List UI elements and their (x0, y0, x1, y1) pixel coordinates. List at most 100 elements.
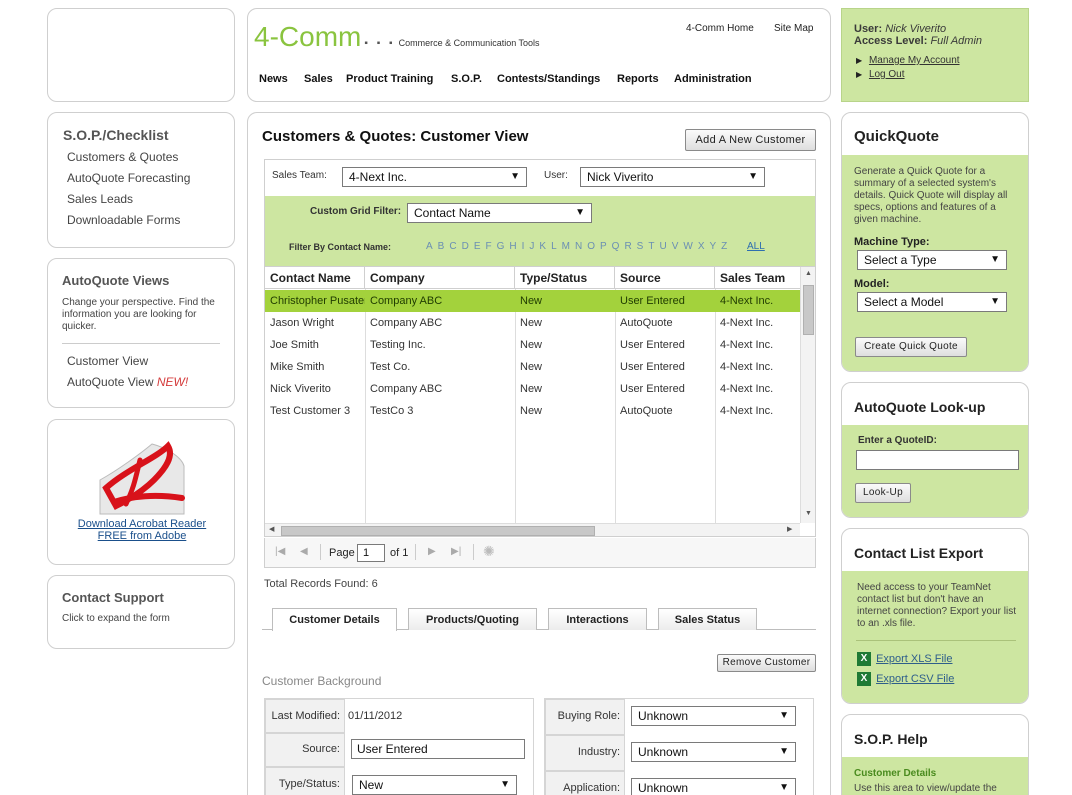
letter-filter-s[interactable]: S (637, 241, 644, 252)
tab-customer-details[interactable]: Customer Details (272, 608, 397, 631)
letter-filter-l[interactable]: L (551, 241, 557, 252)
create-quick-quote-button[interactable]: Create Quick Quote (855, 337, 967, 357)
letter-filter-b[interactable]: B (438, 241, 445, 252)
manage-account-row[interactable]: ▶ Manage My Account (856, 55, 960, 66)
export-csv-row[interactable]: X Export CSV File (857, 672, 954, 686)
nav-product-training[interactable]: Product Training (346, 73, 433, 85)
nav-reports[interactable]: Reports (617, 73, 659, 85)
nav-sop[interactable]: S.O.P. (451, 73, 482, 85)
table-row[interactable]: Christopher Pusateri Company ABC New User E… (265, 290, 800, 312)
page-label: Page (329, 547, 355, 559)
scroll-down-icon[interactable]: ▼ (805, 510, 812, 517)
letter-filter-r[interactable]: R (624, 241, 631, 252)
letter-filter-d[interactable]: D (462, 241, 469, 252)
sales-team-select[interactable]: 4-Next Inc. ▼ (342, 167, 527, 187)
letter-filter-u[interactable]: U (659, 241, 666, 252)
letter-filter-e[interactable]: E (474, 241, 481, 252)
letter-filter-f[interactable]: F (485, 241, 491, 252)
sop-item-downloadable-forms[interactable]: Downloadable Forms (67, 213, 180, 227)
nav-sales[interactable]: Sales (304, 73, 333, 85)
table-row[interactable]: Test Customer 3 TestCo 3 New AutoQuote 4-Nex… (265, 400, 800, 422)
page-input[interactable]: 1 (357, 544, 385, 562)
tab-products-quoting[interactable]: Products/Quoting (408, 608, 537, 630)
scroll-thumb-h[interactable] (281, 526, 595, 536)
letter-filter-m[interactable]: M (562, 241, 570, 252)
letter-filter-p[interactable]: P (600, 241, 607, 252)
letter-filter-z[interactable]: Z (721, 241, 727, 252)
table-row[interactable]: Mike Smith Test Co. New User Entered 4-Next … (265, 356, 800, 378)
horizontal-scrollbar[interactable]: ◀ ▶ (265, 523, 800, 536)
vertical-scrollbar[interactable]: ▲ ▼ (800, 267, 815, 523)
nav-administration[interactable]: Administration (674, 73, 752, 85)
scroll-right-icon[interactable]: ▶ (787, 525, 792, 533)
scroll-thumb[interactable] (803, 285, 814, 335)
letter-filter-h[interactable]: H (509, 241, 516, 252)
quoteid-input[interactable] (856, 450, 1019, 470)
home-link[interactable]: 4-Comm Home (686, 23, 754, 34)
nav-news[interactable]: News (259, 73, 288, 85)
acrobat-reader-icon[interactable] (96, 440, 186, 520)
add-customer-button[interactable]: Add A New Customer (685, 129, 816, 151)
col-source[interactable]: Source (615, 267, 715, 289)
scroll-up-icon[interactable]: ▲ (805, 270, 812, 277)
machine-type-select[interactable]: Select a Type ▼ (857, 250, 1007, 270)
user-select[interactable]: Nick Viverito ▼ (580, 167, 765, 187)
aq-view-customer[interactable]: Customer View (67, 354, 148, 368)
letter-filter-j[interactable]: J (529, 241, 534, 252)
next-page-icon[interactable]: ▶ (428, 546, 436, 557)
letter-filter-q[interactable]: Q (612, 241, 620, 252)
letter-filter-w[interactable]: W (683, 241, 692, 252)
col-contact-name[interactable]: Contact Name (265, 267, 365, 289)
brand-logo[interactable]: 4-Comm ▪ ▪ ▪ Commerce & Communication To… (254, 21, 540, 53)
last-page-icon[interactable]: ▶| (451, 546, 461, 557)
scroll-left-icon[interactable]: ◀ (269, 525, 274, 533)
export-xls-row[interactable]: X Export XLS File (857, 652, 952, 666)
letter-filter-a[interactable]: A (426, 241, 433, 252)
logout-row[interactable]: ▶ Log Out (856, 69, 905, 80)
letter-filter-i[interactable]: I (522, 241, 525, 252)
letter-filter-t[interactable]: T (648, 241, 654, 252)
application-select[interactable]: Unknown ▼ (631, 778, 796, 795)
refresh-icon[interactable]: ✺ (483, 543, 495, 560)
sop-item-customers-quotes[interactable]: Customers & Quotes (67, 150, 178, 164)
col-company[interactable]: Company (365, 267, 515, 289)
tab-sales-status[interactable]: Sales Status (658, 608, 757, 630)
nav-contests[interactable]: Contests/Standings (497, 73, 600, 85)
contact-support-box[interactable]: Contact Support Click to expand the form (47, 575, 235, 649)
remove-customer-button[interactable]: Remove Customer (717, 654, 816, 672)
logout-link[interactable]: Log Out (869, 69, 905, 80)
letter-filter-g[interactable]: G (497, 241, 505, 252)
type-status-select[interactable]: New ▼ (352, 775, 517, 795)
prev-page-icon[interactable]: ◀ (300, 546, 308, 557)
source-input[interactable]: User Entered (351, 739, 525, 759)
export-xls-link[interactable]: Export XLS File (876, 653, 952, 665)
custom-filter-select[interactable]: Contact Name ▼ (407, 203, 592, 223)
model-select[interactable]: Select a Model ▼ (857, 292, 1007, 312)
aq-view-autoquote[interactable]: AutoQuote View NEW! (67, 375, 188, 389)
letter-filter-v[interactable]: V (672, 241, 679, 252)
letter-filter-c[interactable]: C (449, 241, 456, 252)
letter-filter-o[interactable]: O (587, 241, 595, 252)
letter-filter-all[interactable]: ALL (747, 241, 765, 252)
tab-interactions[interactable]: Interactions (548, 608, 647, 630)
letter-filter-x[interactable]: X (698, 241, 705, 252)
letter-filter-n[interactable]: N (575, 241, 582, 252)
table-row[interactable]: Jason Wright Company ABC New AutoQuote 4-Nex… (265, 312, 800, 334)
sop-item-autoquote-forecasting[interactable]: AutoQuote Forecasting (67, 171, 190, 185)
sop-item-sales-leads[interactable]: Sales Leads (67, 192, 133, 206)
dropdown-arrow-icon: ▼ (990, 296, 1000, 307)
acrobat-download-link[interactable]: Download Acrobat Reader FREE from Adobe (48, 518, 236, 542)
col-sales-team[interactable]: Sales Team (715, 267, 801, 289)
table-row[interactable]: Nick Viverito Company ABC New User Entered 4… (265, 378, 800, 400)
buying-role-select[interactable]: Unknown ▼ (631, 706, 796, 726)
first-page-icon[interactable]: |◀ (275, 546, 285, 557)
industry-select[interactable]: Unknown ▼ (631, 742, 796, 762)
letter-filter-k[interactable]: K (539, 241, 546, 252)
export-csv-link[interactable]: Export CSV File (876, 673, 954, 685)
table-row[interactable]: Joe Smith Testing Inc. New User Entered 4-Ne… (265, 334, 800, 356)
manage-account-link[interactable]: Manage My Account (869, 55, 960, 66)
site-map-link[interactable]: Site Map (774, 23, 813, 34)
lookup-button[interactable]: Look-Up (855, 483, 911, 503)
letter-filter-y[interactable]: Y (709, 241, 716, 252)
col-type-status[interactable]: Type/Status (515, 267, 615, 289)
